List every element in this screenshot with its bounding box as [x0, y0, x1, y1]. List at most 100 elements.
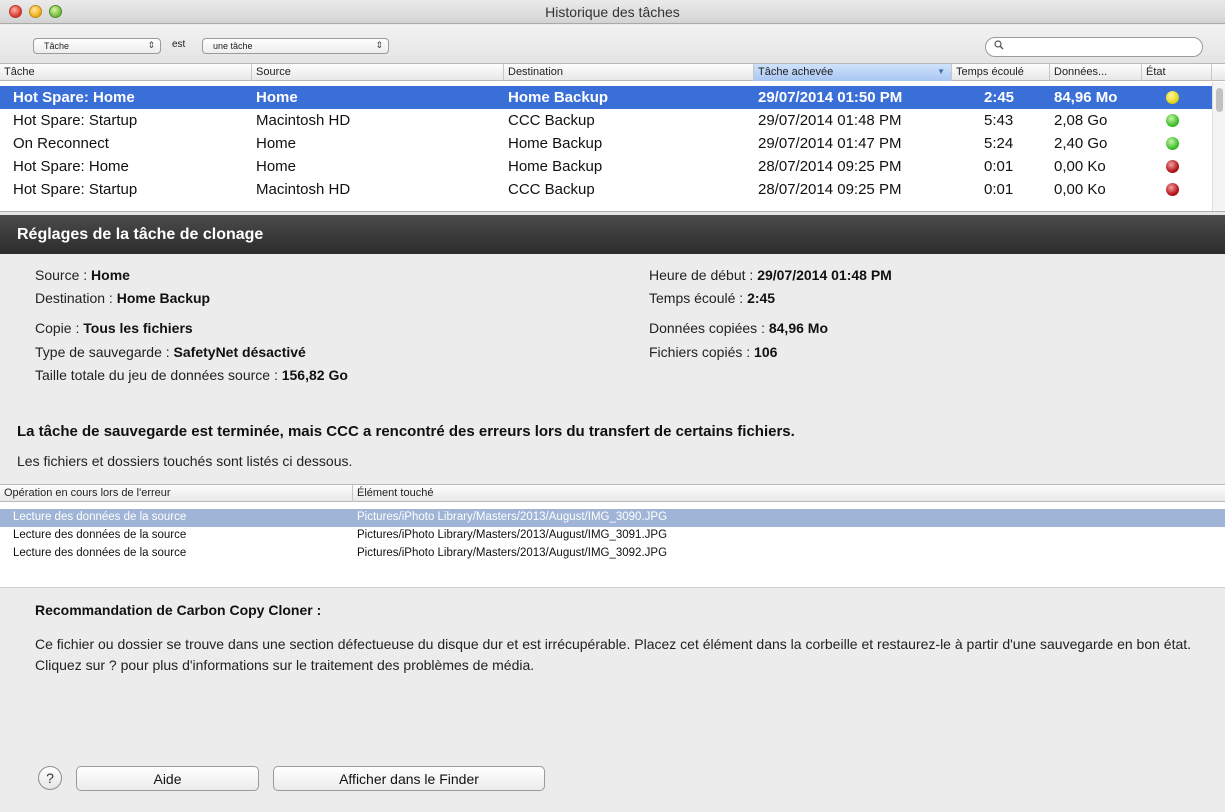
error-row[interactable]: Lecture des données de la source Picture…	[0, 509, 1225, 527]
popup-arrows-icon: ⇕	[147, 40, 155, 50]
error-operation: Lecture des données de la source	[13, 547, 187, 559]
filter-bar: Tâche ⇕ est une tâche ⇕	[0, 25, 1225, 63]
setting-elapsed: Temps écoulé : 2:45	[649, 290, 775, 306]
setting-backup-type-value: SafetyNet désactivé	[173, 344, 306, 360]
recommendation-text: Ce fichier ou dossier se trouve dans une…	[35, 636, 1192, 673]
setting-data-copied: Données copiées : 84,96 Mo	[649, 320, 828, 336]
task-name: Hot Spare: Home	[13, 158, 129, 175]
scrollbar-thumb[interactable]	[1216, 88, 1223, 112]
filter-value-popup[interactable]: une tâche ⇕	[202, 38, 389, 54]
setting-copy-label: Copie :	[35, 320, 80, 336]
setting-total-size-value: 156,82 Go	[281, 367, 348, 383]
aide-button[interactable]: Aide	[76, 766, 259, 791]
task-table-header: Tâche Source Destination Tâche achevée ▼…	[0, 64, 1225, 81]
recommendation-title: Recommandation de Carbon Copy Cloner :	[35, 602, 322, 618]
error-row[interactable]: Lecture des données de la source Picture…	[0, 545, 1225, 563]
setting-data-copied-label: Données copiées :	[649, 320, 765, 336]
task-name: Hot Spare: Startup	[13, 181, 138, 198]
task-row[interactable]: Hot Spare: Startup Macintosh HD CCC Back…	[0, 109, 1212, 132]
setting-start-time: Heure de début : 29/07/2014 01:48 PM	[649, 267, 892, 283]
task-row[interactable]: On Reconnect Home Home Backup 29/07/2014…	[0, 132, 1212, 155]
task-elapsed: 5:24	[984, 135, 1014, 152]
task-elapsed: 5:43	[984, 112, 1014, 129]
task-history-table: Tâche Source Destination Tâche achevée ▼…	[0, 63, 1225, 212]
help-button[interactable]: ?	[38, 766, 62, 790]
filter-field-value: Tâche	[44, 41, 70, 51]
task-data: 0,00 Ko	[1054, 181, 1106, 198]
task-destination: CCC Backup	[508, 112, 595, 129]
task-data: 2,08 Go	[1054, 112, 1108, 129]
status-red-icon	[1166, 160, 1179, 173]
column-header-status[interactable]: État	[1142, 64, 1212, 81]
task-completed: 28/07/2014 09:25 PM	[758, 158, 902, 175]
task-data: 0,00 Ko	[1054, 158, 1106, 175]
setting-copy-value: Tous les fichiers	[83, 320, 193, 336]
setting-source-value: Home	[91, 267, 130, 283]
show-in-finder-button[interactable]: Afficher dans le Finder	[273, 766, 545, 791]
setting-source: Source : Home	[35, 267, 130, 283]
column-header-completed[interactable]: Tâche achevée ▼	[754, 64, 952, 81]
setting-total-size: Taille totale du jeu de données source :…	[35, 367, 348, 383]
task-elapsed: 0:01	[984, 158, 1014, 175]
task-source: Home	[256, 135, 297, 152]
error-table-header: Opération en cours lors de l'erreur Élém…	[0, 485, 1225, 502]
task-table-scrollbar[interactable]	[1212, 82, 1225, 212]
setting-files-copied-label: Fichiers copiés :	[649, 344, 751, 360]
setting-destination-value: Home Backup	[116, 290, 211, 306]
column-header-task[interactable]: Tâche	[0, 64, 252, 81]
task-row[interactable]: Hot Spare: Home Home Home Backup 28/07/2…	[0, 155, 1212, 178]
task-data: 2,40 Go	[1054, 135, 1108, 152]
error-operation: Lecture des données de la source	[13, 529, 187, 541]
error-item: Pictures/iPhoto Library/Masters/2013/Aug…	[357, 529, 668, 541]
column-header-data[interactable]: Données...	[1050, 64, 1142, 81]
task-completed: 29/07/2014 01:50 PM	[758, 89, 903, 106]
status-green-icon	[1166, 137, 1179, 150]
sort-descending-icon: ▼	[937, 67, 945, 76]
magnifier-icon	[994, 40, 1004, 53]
question-mark-icon: ?	[46, 770, 54, 786]
setting-destination-label: Destination :	[35, 290, 113, 306]
setting-files-copied-value: 106	[754, 344, 778, 360]
setting-destination: Destination : Home Backup	[35, 290, 210, 306]
task-source: Home	[256, 158, 297, 175]
column-header-destination[interactable]: Destination	[504, 64, 754, 81]
filter-field-popup[interactable]: Tâche ⇕	[33, 38, 161, 54]
task-name: On Reconnect	[13, 135, 109, 152]
task-row[interactable]: Hot Spare: Startup Macintosh HD CCC Back…	[0, 178, 1212, 201]
task-source: Macintosh HD	[256, 181, 351, 198]
setting-files-copied: Fichiers copiés : 106	[649, 344, 777, 360]
filter-operator-label: est	[172, 39, 186, 50]
setting-start-time-value: 29/07/2014 01:48 PM	[757, 267, 892, 283]
task-destination: Home Backup	[508, 158, 603, 175]
task-row[interactable]: Hot Spare: Home Home Home Backup 29/07/2…	[0, 86, 1212, 109]
column-header-operation[interactable]: Opération en cours lors de l'erreur	[0, 485, 353, 502]
task-data: 84,96 Mo	[1054, 89, 1118, 106]
task-elapsed: 0:01	[984, 181, 1014, 198]
status-red-icon	[1166, 183, 1179, 196]
error-table: Opération en cours lors de l'erreur Élém…	[0, 484, 1225, 588]
task-name: Hot Spare: Startup	[13, 112, 138, 129]
setting-data-copied-value: 84,96 Mo	[768, 320, 828, 336]
task-source: Home	[256, 89, 298, 106]
column-header-source[interactable]: Source	[252, 64, 504, 81]
setting-elapsed-label: Temps écoulé :	[649, 290, 744, 306]
task-completed: 29/07/2014 01:48 PM	[758, 112, 902, 129]
task-completed: 29/07/2014 01:47 PM	[758, 135, 902, 152]
error-item: Pictures/iPhoto Library/Masters/2013/Aug…	[357, 511, 668, 523]
column-header-elapsed[interactable]: Temps écoulé	[952, 64, 1050, 81]
column-header-item[interactable]: Élément touché	[353, 485, 1225, 502]
error-message: La tâche de sauvegarde est terminée, mai…	[17, 423, 795, 440]
setting-elapsed-value: 2:45	[747, 290, 776, 306]
search-input[interactable]	[985, 37, 1203, 57]
error-row[interactable]: Lecture des données de la source Picture…	[0, 527, 1225, 545]
status-yellow-icon	[1166, 91, 1179, 104]
task-name: Hot Spare: Home	[13, 89, 135, 106]
status-green-icon	[1166, 114, 1179, 127]
task-destination: CCC Backup	[508, 181, 595, 198]
title-bar: Historique des tâches	[0, 0, 1225, 24]
task-destination: Home Backup	[508, 135, 603, 152]
column-header-completed-label: Tâche achevée	[758, 66, 834, 78]
setting-copy: Copie : Tous les fichiers	[35, 320, 193, 336]
filter-value-text: une tâche	[213, 41, 253, 51]
window-title: Historique des tâches	[545, 4, 680, 20]
